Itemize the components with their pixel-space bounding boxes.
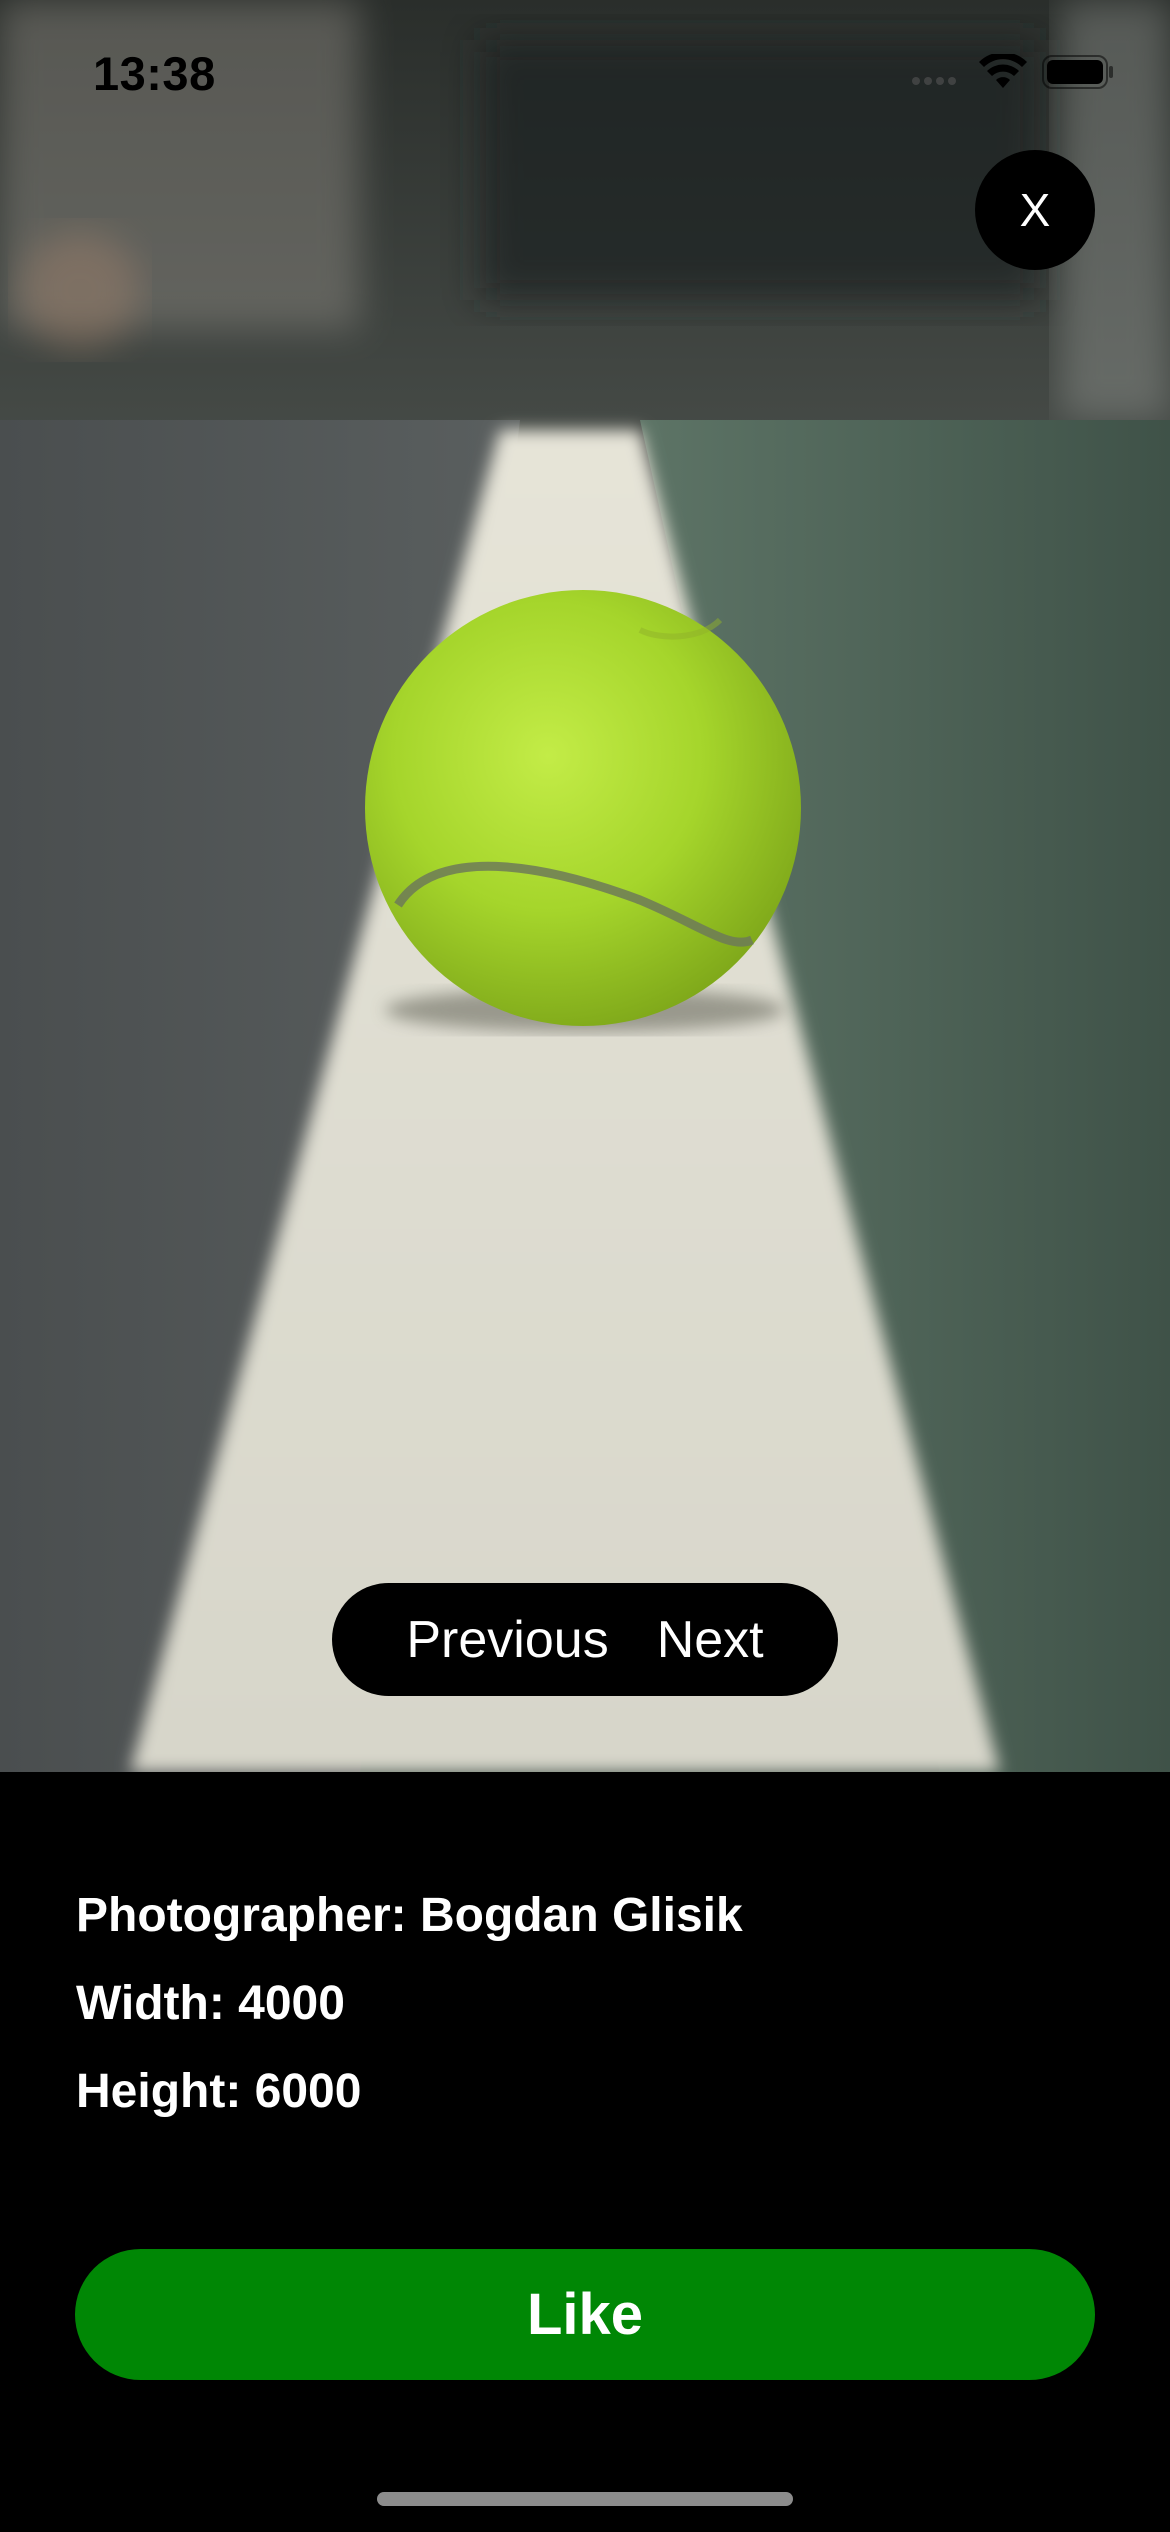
photo-illustration: [0, 0, 1170, 1772]
photo-navigation: Previous Next: [332, 1583, 838, 1696]
next-button[interactable]: Next: [657, 1610, 764, 1670]
status-icons: [910, 54, 1114, 90]
signal-icon: [912, 77, 956, 85]
wifi-icon: [979, 54, 1027, 88]
status-time: 13:38: [93, 47, 216, 100]
photo-info: Photographer: Bogdan Glisik Width: 4000 …: [76, 1872, 743, 2136]
status-bar: 13:38: [0, 0, 1170, 150]
previous-button[interactable]: Previous: [406, 1610, 608, 1670]
like-button[interactable]: Like: [75, 2249, 1095, 2380]
photo-detail-screen: 13:38 X Previous Next Photographer: Bogd…: [0, 0, 1170, 2532]
close-button[interactable]: X: [975, 150, 1095, 270]
photographer-label: Photographer: Bogdan Glisik: [76, 1889, 743, 1942]
height-label: Height: 6000: [76, 2065, 362, 2118]
battery-icon: [1042, 55, 1113, 89]
photo: [0, 0, 1170, 1772]
width-label: Width: 4000: [76, 1977, 345, 2030]
home-indicator: [377, 2492, 793, 2506]
